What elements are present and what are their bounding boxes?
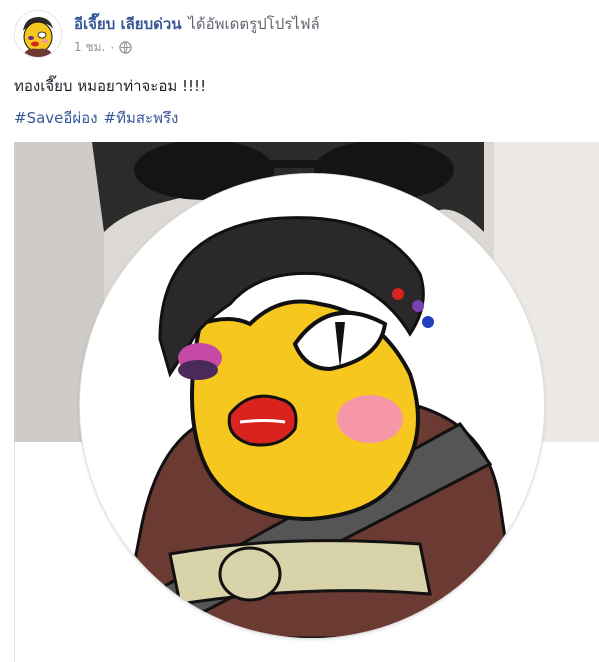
globe-icon[interactable] [119,41,132,54]
author-name[interactable]: อีเจี๊ยบ เลียบด่วน [74,15,182,33]
hashtag-link[interactable]: #ทีมสะพรึง [104,106,179,130]
hashtag-link[interactable]: #Saveอีผ่อง [14,106,98,130]
meta-separator: · [110,40,115,55]
post-timestamp[interactable]: 1 ชม. [74,38,105,57]
author-avatar[interactable] [14,10,62,58]
post-text: ทองเจี๊ยบ หมอยาท่าจะอม !!!! [14,77,207,95]
post-header: อีเจี๊ยบ เลียบด่วน ได้อัพเดตรูปโปรไฟล์ 1… [12,8,592,62]
author-line: อีเจี๊ยบ เลียบด่วน ได้อัพเดตรูปโปรไฟล์ [74,12,320,36]
post-meta: 1 ชม. · [74,38,132,57]
hashtag-list: #Saveอีผ่อง #ทีมสะพรึง [14,106,178,130]
profile-picture[interactable] [80,174,544,638]
post-action-text: ได้อัพเดตรูปโปรไฟล์ [188,15,320,33]
